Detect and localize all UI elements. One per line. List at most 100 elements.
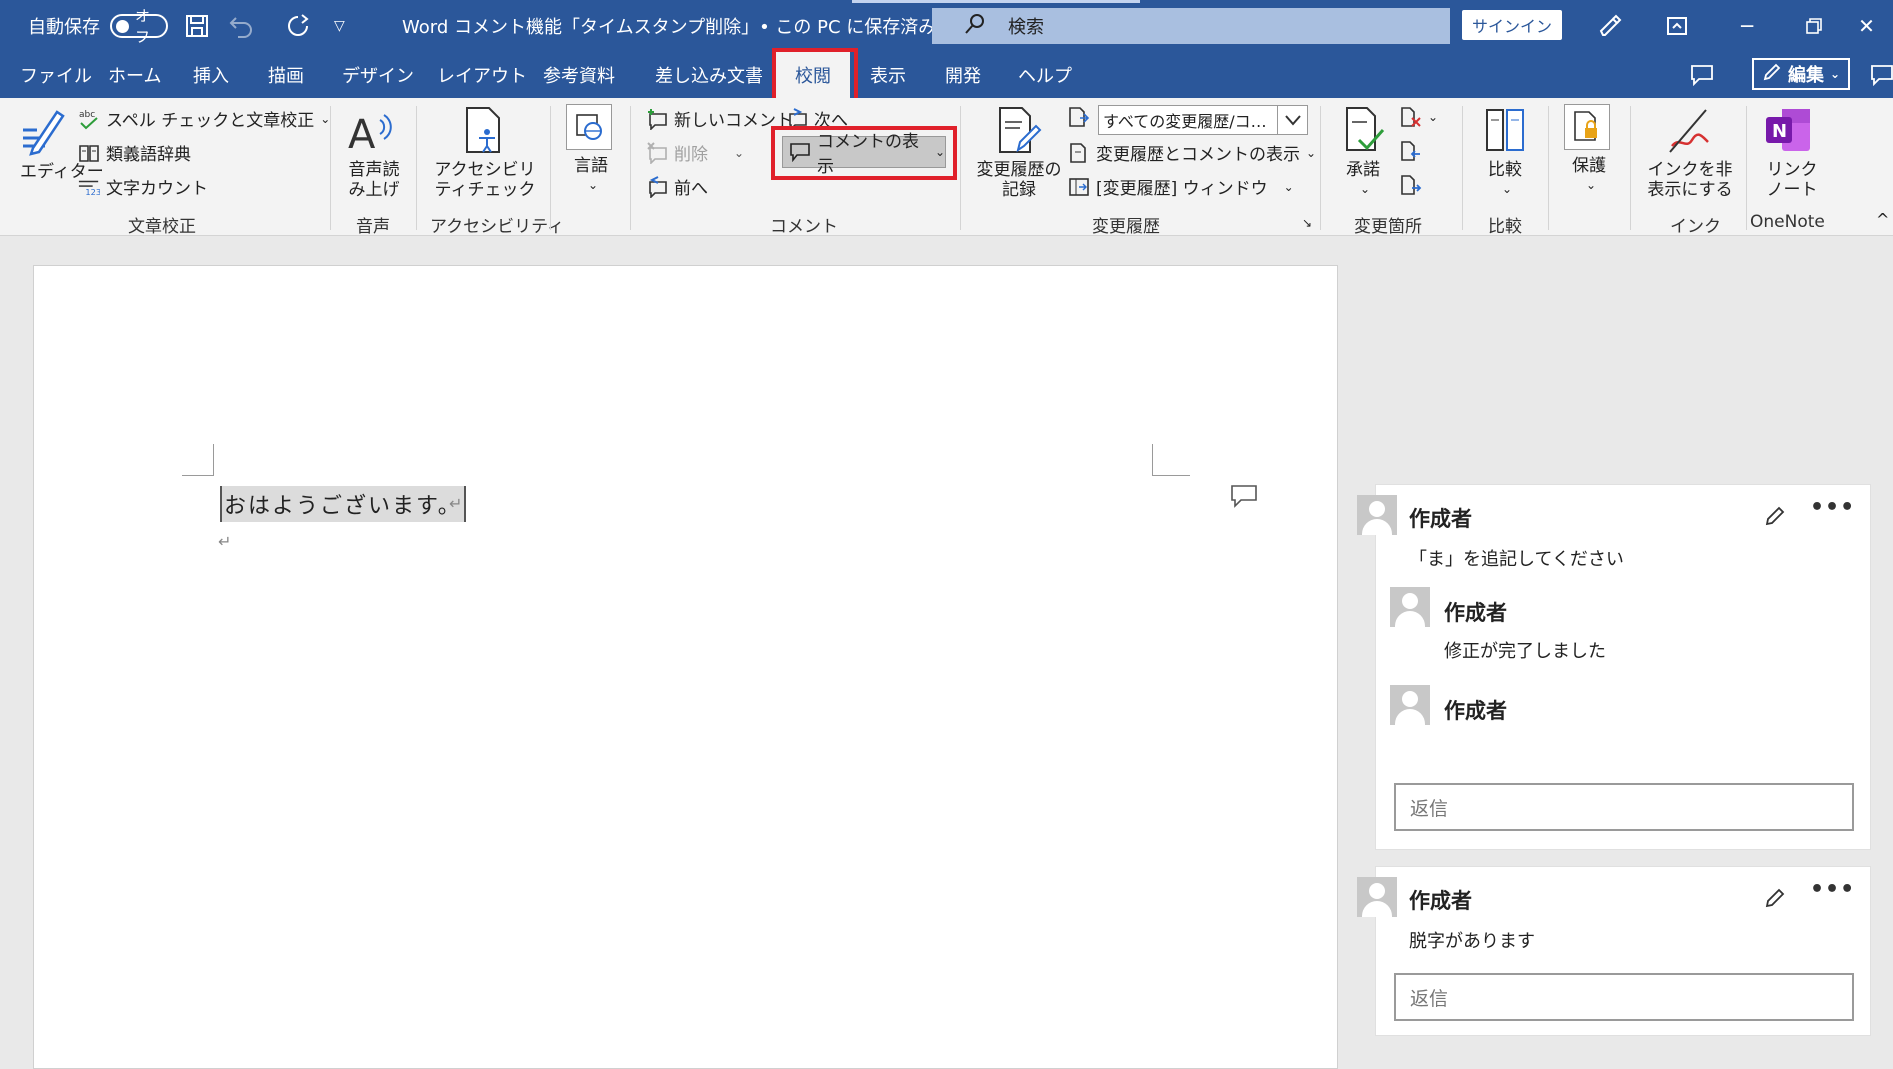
edit-comment-pencil-icon[interactable] [1764, 505, 1786, 527]
editing-mode-button[interactable]: 編集 ⌄ [1752, 58, 1850, 90]
show-comments-button[interactable]: コメントの表示 ⌄ [782, 132, 946, 177]
comment-indicator-icon[interactable] [1230, 484, 1258, 512]
language-label[interactable]: 言語 [574, 156, 608, 176]
tab-insert[interactable]: 挿入 [193, 52, 229, 98]
accessibility-check-icon[interactable] [460, 106, 510, 156]
save-icon[interactable] [184, 0, 210, 52]
protect-chevron-down-icon[interactable]: ⌄ [1586, 178, 1596, 192]
proofing-group-label: 文章校正 [128, 217, 196, 237]
redo-icon[interactable] [284, 0, 312, 52]
reply-input[interactable]: 返信 [1394, 973, 1854, 1021]
previous-change-button[interactable] [1400, 140, 1422, 162]
collapse-ribbon-icon[interactable]: ^ [1876, 210, 1889, 229]
document-page[interactable]: おはようございます。 ↵ ↵ [33, 265, 1338, 1069]
comment-thread[interactable]: 作成者 ••• 脱字があります 返信 [1357, 866, 1871, 1036]
display-for-review-value: すべての変更履歴/コ… [1103, 112, 1267, 131]
tab-view[interactable]: 表示 [870, 52, 906, 98]
comments-pane-icon[interactable] [1690, 52, 1714, 98]
display-for-review-dropdown[interactable]: すべての変更履歴/コ… [1098, 105, 1308, 135]
quick-access-dropdown-icon[interactable]: ▽ [334, 0, 345, 52]
prev-label: 前へ [674, 179, 708, 199]
read-aloud-icon[interactable]: A [346, 106, 396, 156]
ribbon-display-options-icon[interactable] [1647, 0, 1707, 52]
accessibility-label[interactable]: アクセシビリティチェック [430, 160, 540, 201]
comment-author: 作成者 [1409, 507, 1472, 531]
accept-label[interactable]: 承諾 [1346, 160, 1380, 180]
ribbon-separator [550, 106, 551, 230]
accept-change-icon[interactable] [1340, 106, 1390, 156]
more-options-icon[interactable]: ••• [1810, 495, 1855, 520]
editor-icon[interactable] [18, 106, 68, 156]
ribbon-separator [330, 106, 331, 230]
tab-references[interactable]: 参考資料 [543, 52, 615, 98]
tab-mailings[interactable]: 差し込み文書 [655, 52, 763, 98]
track-changes-icon[interactable] [994, 106, 1044, 156]
delete-chevron-down-icon[interactable]: ⌄ [734, 146, 744, 160]
pen-icon[interactable] [1580, 0, 1640, 52]
tab-help[interactable]: ヘルプ [1018, 52, 1072, 98]
new-comment-button[interactable]: 新しいコメント [646, 106, 793, 131]
word-count-button[interactable]: 123 文字カウント [78, 174, 208, 199]
compare-chevron-down-icon[interactable]: ⌄ [1502, 182, 1512, 196]
tab-draw[interactable]: 描画 [268, 52, 304, 98]
language-chevron-down-icon[interactable]: ⌄ [588, 178, 598, 192]
comment-thread[interactable]: 作成者 ••• 「ま」を追記してください 作成者 修正が完了しました 作成者 返… [1357, 484, 1871, 850]
reviewing-pane-chevron-down-icon[interactable]: ⌄ [1284, 180, 1294, 194]
compare-label[interactable]: 比較 [1488, 160, 1522, 180]
tab-home[interactable]: ホーム [108, 52, 161, 98]
svg-text:A: A [348, 112, 376, 156]
undo-icon[interactable] [228, 0, 256, 52]
search-placeholder: 検索 [1008, 17, 1044, 38]
autosave-toggle[interactable]: オフ [110, 0, 168, 52]
ribbon-separator [960, 106, 961, 230]
close-icon[interactable]: ✕ [1840, 0, 1893, 52]
tab-developer[interactable]: 開発 [945, 52, 981, 98]
show-markup-chevron-down-icon[interactable]: ⌄ [1306, 146, 1316, 160]
new-comment-icon [646, 108, 668, 130]
reviewing-pane-button[interactable]: [変更履歴] ウィンドウ ⌄ [1068, 174, 1294, 199]
show-comments-chevron-down-icon[interactable]: ⌄ [935, 145, 945, 159]
edit-comment-pencil-icon[interactable] [1764, 887, 1786, 909]
hide-ink-icon[interactable] [1664, 106, 1714, 156]
restore-icon[interactable] [1784, 0, 1844, 52]
reject-chevron-down-icon[interactable]: ⌄ [1428, 110, 1438, 124]
minimize-icon[interactable]: ─ [1717, 0, 1777, 52]
crop-mark [182, 444, 214, 476]
tab-design[interactable]: デザイン [342, 52, 414, 98]
title-bar: 自動保存 オフ ▽ Word コメント機能「タイムスタンプ削除」• この PC … [0, 0, 1893, 52]
linked-notes-label[interactable]: リンクノート [1764, 160, 1820, 201]
reply-input[interactable]: 返信 [1394, 783, 1854, 831]
autosave-label: 自動保存 [28, 17, 100, 38]
show-markup-button[interactable]: 変更履歴とコメントの表示 ⌄ [1068, 140, 1316, 165]
tracking-launcher-icon[interactable]: ↘ [1302, 216, 1312, 230]
thesaurus-button[interactable]: 類義語辞典 [78, 140, 191, 165]
search-box[interactable]: 検索 [932, 8, 1450, 44]
reject-change-button[interactable]: ⌄ [1400, 106, 1438, 128]
accept-chevron-down-icon[interactable]: ⌄ [1360, 182, 1370, 196]
protect-label[interactable]: 保護 [1572, 156, 1606, 176]
next-change-button[interactable] [1400, 174, 1422, 196]
dropdown-chevron-down-icon[interactable] [1277, 106, 1307, 134]
next-comment-icon [786, 107, 808, 130]
track-changes-label[interactable]: 変更履歴の記録 [974, 160, 1064, 201]
spelling-button[interactable]: abc スペル チェックと文章校正 ⌄ [78, 106, 330, 132]
tab-file[interactable]: ファイル [20, 52, 92, 98]
spell-chevron-down-icon[interactable]: ⌄ [320, 112, 330, 126]
book-icon [78, 142, 100, 164]
tab-review[interactable]: 校閲 [776, 52, 850, 98]
compare-icon[interactable] [1480, 106, 1530, 156]
language-icon[interactable] [566, 104, 612, 150]
onenote-icon[interactable]: N [1764, 106, 1814, 156]
share-comment-icon[interactable] [1870, 52, 1893, 98]
read-aloud-label[interactable]: 音声読み上げ [344, 160, 404, 201]
more-options-icon[interactable]: ••• [1810, 877, 1855, 902]
hide-ink-label[interactable]: インクを非表示にする [1640, 160, 1740, 201]
signin-button[interactable]: サインイン [1462, 10, 1562, 40]
delete-comment-button[interactable]: 削除 ⌄ [646, 140, 744, 165]
editor-label[interactable]: エディター [20, 162, 104, 182]
previous-comment-button[interactable]: 前へ [646, 174, 708, 199]
ribbon-separator [1746, 106, 1747, 230]
protect-icon[interactable] [1564, 104, 1610, 150]
tab-layout[interactable]: レイアウト [437, 52, 527, 98]
document-body-text[interactable]: おはようございます。 [220, 486, 466, 522]
